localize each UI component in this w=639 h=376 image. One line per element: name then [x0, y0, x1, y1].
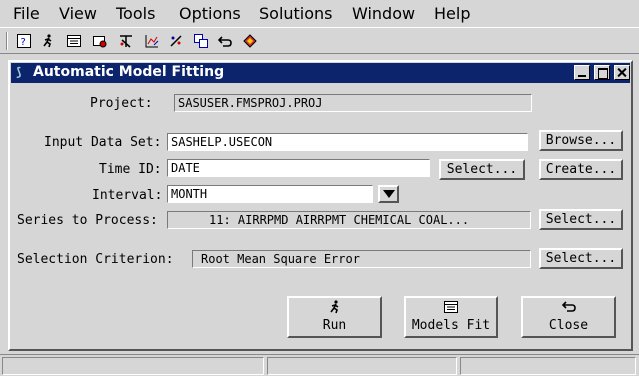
close-button[interactable]: Close [521, 296, 616, 338]
time-id-select-button[interactable]: Select... [439, 159, 525, 180]
create-button[interactable]: Create... [539, 159, 623, 180]
fit-icon[interactable] [168, 33, 184, 49]
toolbar: ? [0, 27, 639, 54]
input-data-set-label: Input Data Set: [44, 135, 162, 150]
close-window-button[interactable] [614, 65, 630, 80]
models-fit-button[interactable]: Models Fit [404, 296, 498, 338]
selection-criterion-label: Selection Criterion: [17, 252, 174, 267]
status-bar [0, 354, 639, 376]
series-to-process-label: Series to Process: [17, 213, 158, 228]
series-to-process-value: 11: AIRRPMD AIRRPMT CHEMICAL COAL... [167, 211, 531, 229]
help-icon[interactable]: ? [16, 33, 32, 49]
project-label: Project: [90, 96, 153, 111]
table-icon[interactable] [66, 33, 82, 49]
status-segment-left [2, 357, 264, 375]
title-bar[interactable]: ⟆ Automatic Model Fitting [11, 63, 630, 83]
selection-criterion-value: Root Mean Square Error [192, 250, 531, 268]
menu-solutions[interactable]: Solutions [259, 4, 333, 23]
menubar: File View Tools Options Solutions Window… [0, 0, 639, 27]
series-select-button[interactable]: Select... [539, 209, 623, 230]
maximize-button[interactable] [594, 65, 610, 80]
menu-tools[interactable]: Tools [116, 4, 155, 23]
input-data-set-field[interactable]: SASHELP.USECON [167, 133, 528, 151]
graph-icon[interactable] [144, 33, 160, 49]
menu-options[interactable]: Options [179, 4, 241, 23]
run-button[interactable]: Run [287, 296, 382, 338]
window-menu-icon[interactable]: ⟆ [16, 65, 21, 79]
book-icon[interactable] [242, 33, 258, 49]
status-segment-middle [267, 357, 457, 375]
menu-file[interactable]: File [13, 4, 40, 23]
status-segment-right [460, 357, 636, 375]
minimize-button[interactable] [574, 65, 590, 80]
menu-view[interactable]: View [59, 4, 97, 23]
project-value: SASUSER.FMSPROJ.PROJ [174, 94, 532, 112]
automatic-model-fitting-window: ⟆ Automatic Model Fitting Project: SASUS… [8, 60, 633, 351]
run-button-label: Run [322, 318, 347, 333]
toolbar-separator [6, 32, 8, 50]
browse-button[interactable]: Browse... [539, 130, 623, 151]
models-fit-button-label: Models Fit [411, 318, 491, 333]
menu-help[interactable]: Help [434, 4, 470, 23]
undo-icon[interactable] [217, 33, 233, 49]
table-icon [406, 300, 496, 318]
time-id-label: Time ID: [99, 162, 162, 177]
close-button-label: Close [548, 318, 589, 333]
interval-select[interactable]: MONTH [167, 185, 373, 203]
criterion-select-button[interactable]: Select... [539, 248, 623, 269]
interval-dropdown-button[interactable] [378, 185, 399, 203]
view-icon[interactable] [92, 33, 108, 49]
run-icon [289, 300, 380, 318]
svg-text:?: ? [21, 37, 26, 48]
interval-label: Interval: [92, 188, 163, 203]
tools-icon[interactable] [118, 33, 134, 49]
run-icon[interactable] [40, 33, 56, 49]
window-title: Automatic Model Fitting [33, 64, 225, 80]
undo-icon [523, 300, 614, 318]
copy-icon[interactable] [193, 33, 209, 49]
time-id-field[interactable]: DATE [167, 159, 430, 177]
menu-window[interactable]: Window [352, 4, 415, 23]
